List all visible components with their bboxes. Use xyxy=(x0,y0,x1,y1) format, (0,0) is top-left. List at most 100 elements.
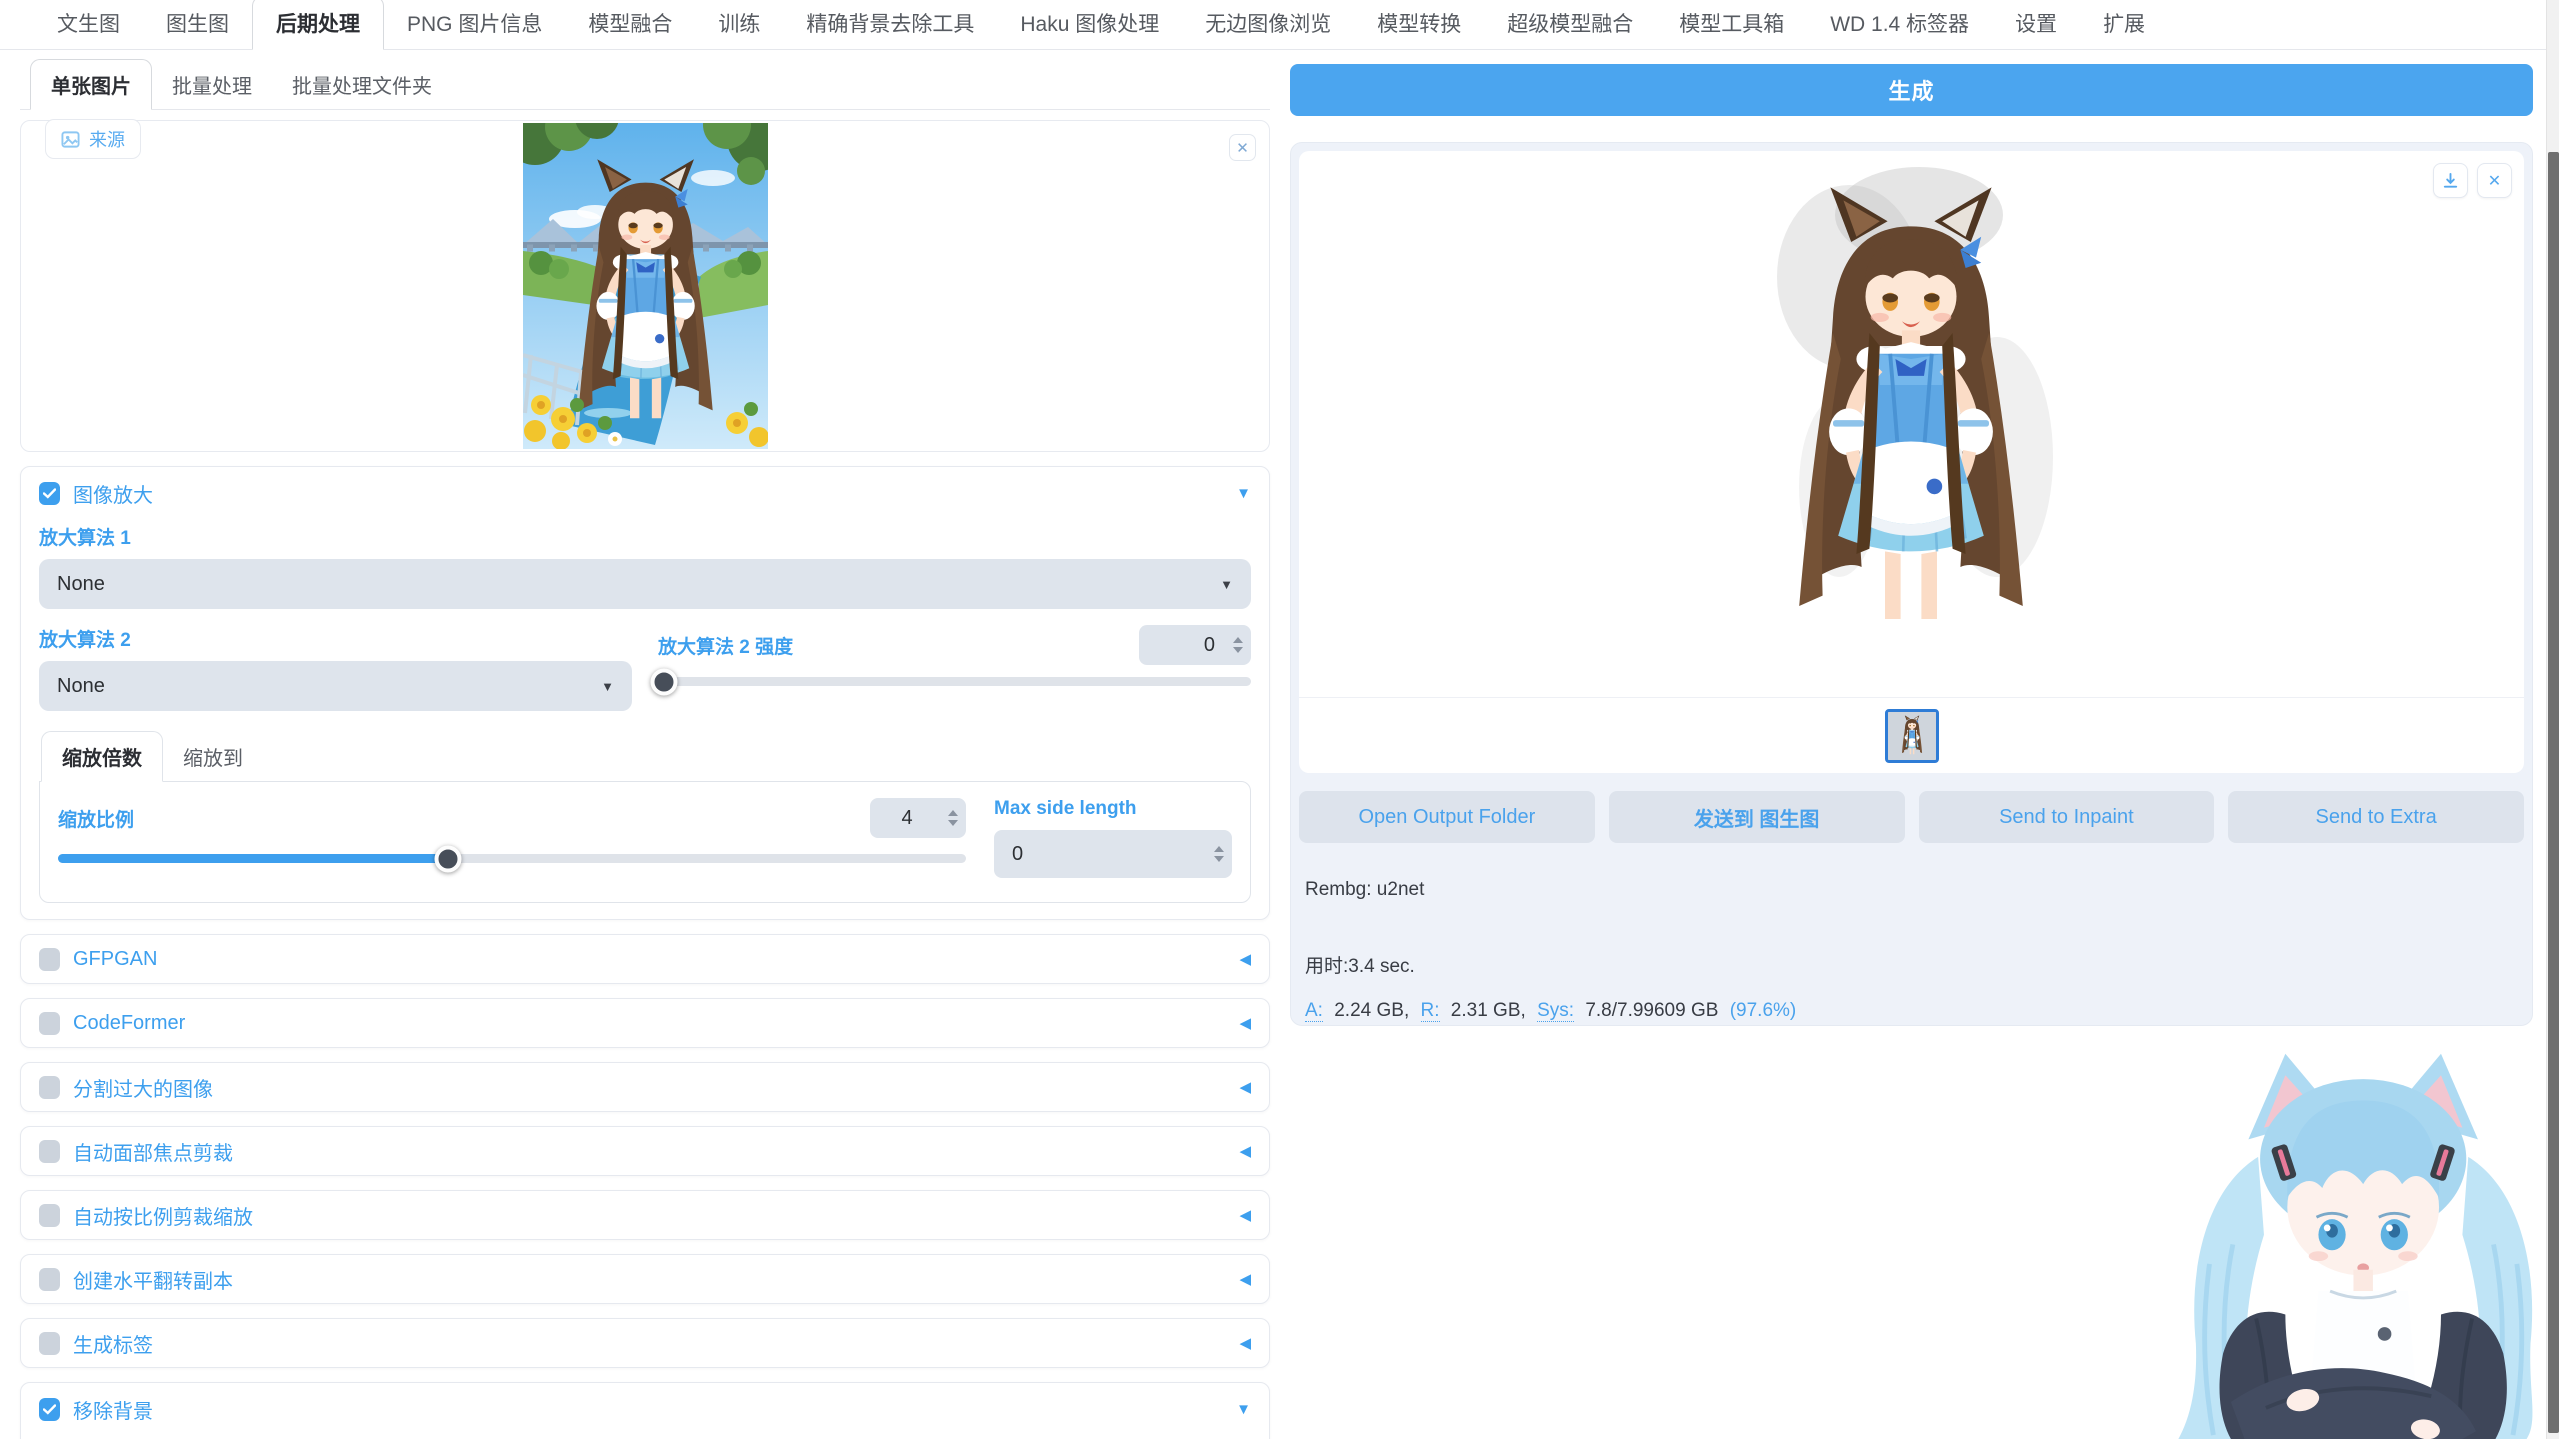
auto-sized-crop-checkbox[interactable] xyxy=(39,1204,60,1227)
accordion-upscale-title: 图像放大 xyxy=(73,479,153,508)
upscaler2-dropdown[interactable]: None ▼ xyxy=(39,661,632,711)
nav-tab-wd14-tagger[interactable]: WD 1.4 标签器 xyxy=(1807,0,1992,49)
create-flipped-copies-checkbox[interactable] xyxy=(39,1268,60,1291)
accordion-gfpgan-title: GFPGAN xyxy=(73,948,157,971)
accordion-split-oversized: 分割过大的图像 ◀ xyxy=(20,1062,1270,1112)
number-spinner[interactable] xyxy=(1233,625,1243,665)
slider-handle[interactable] xyxy=(435,845,462,872)
slider-handle[interactable] xyxy=(650,668,677,695)
split-oversized-checkbox[interactable] xyxy=(39,1076,60,1099)
tab-scale-to[interactable]: 缩放到 xyxy=(163,732,263,781)
slider-fill xyxy=(58,854,448,863)
nav-tab-train[interactable]: 训练 xyxy=(695,0,783,49)
page-scrollbar[interactable] xyxy=(2546,0,2559,1439)
accordion-create-flipped-copies-header[interactable]: 创建水平翻转副本 ◀ xyxy=(39,1265,1251,1294)
scale-ratio-value: 4 xyxy=(901,807,912,830)
nav-tab-settings[interactable]: 设置 xyxy=(1992,0,2080,49)
send-to-img2img-button[interactable]: 发送到 图生图 xyxy=(1609,791,1905,843)
open-output-folder-button[interactable]: Open Output Folder xyxy=(1299,791,1595,843)
accordion-gfpgan-header[interactable]: GFPGAN ◀ xyxy=(39,948,1251,971)
number-spinner[interactable] xyxy=(948,798,958,838)
nav-tab-supermerger[interactable]: 超级模型融合 xyxy=(1484,0,1656,49)
clear-source-button[interactable]: ✕ xyxy=(1229,134,1256,161)
nav-tab-txt2img[interactable]: 文生图 xyxy=(34,0,143,49)
upscaler2-strength-input[interactable]: 0 xyxy=(1139,625,1251,665)
source-image-wrap xyxy=(21,121,1269,451)
spinner-up-icon[interactable] xyxy=(1214,846,1224,852)
scrollbar-thumb[interactable] xyxy=(2548,152,2559,1433)
chevron-left-icon: ◀ xyxy=(1239,1206,1251,1224)
check-icon xyxy=(43,488,56,499)
top-nav: 文生图 图生图 后期处理 PNG 图片信息 模型融合 训练 精确背景去除工具 H… xyxy=(0,0,2559,50)
nav-tab-extras[interactable]: 后期处理 xyxy=(252,0,384,50)
accordion-rembg-title: 移除背景 xyxy=(73,1395,153,1424)
upscaler2-value: None xyxy=(57,675,105,698)
generate-button[interactable]: 生成 xyxy=(1290,64,2533,116)
memory-sys-label: Sys: xyxy=(1537,1000,1574,1022)
upscaler2-strength-group: 放大算法 2 强度 0 xyxy=(658,625,1251,711)
nav-tab-img2img[interactable]: 图生图 xyxy=(143,0,252,49)
accordion-split-oversized-header[interactable]: 分割过大的图像 ◀ xyxy=(39,1073,1251,1102)
chevron-left-icon: ◀ xyxy=(1239,1142,1251,1160)
send-to-extras-button[interactable]: Send to Extra xyxy=(2228,791,2524,843)
codeformer-enabled-checkbox[interactable] xyxy=(39,1012,60,1035)
accordion-auto-sized-crop-header[interactable]: 自动按比例剪裁缩放 ◀ xyxy=(39,1201,1251,1230)
caption-enabled-checkbox[interactable] xyxy=(39,1332,60,1355)
thumbnail-strip xyxy=(1299,697,2524,773)
gfpgan-enabled-checkbox[interactable] xyxy=(39,948,60,971)
nav-tab-extensions[interactable]: 扩展 xyxy=(2080,0,2168,49)
accordion-auto-focal-crop-title: 自动面部焦点剪裁 xyxy=(73,1137,233,1166)
result-thumbnail-image xyxy=(1888,712,1936,760)
rembg-enabled-checkbox[interactable] xyxy=(39,1398,60,1421)
scale-ratio-slider[interactable] xyxy=(58,854,966,863)
extras-subtabs: 单张图片 批量处理 批量处理文件夹 xyxy=(20,64,1270,110)
tab-batch-from-directory[interactable]: 批量处理文件夹 xyxy=(272,60,452,109)
accordion-caption-header[interactable]: 生成标签 ◀ xyxy=(39,1329,1251,1358)
upscale-enabled-checkbox[interactable] xyxy=(39,482,60,505)
nav-tab-model-converter[interactable]: 模型转换 xyxy=(1354,0,1484,49)
rembg-status-text: Rembg: u2net xyxy=(1305,879,2518,901)
nav-tab-haku-image[interactable]: Haku 图像处理 xyxy=(997,0,1182,49)
auto-focal-crop-checkbox[interactable] xyxy=(39,1140,60,1163)
accordion-auto-focal-crop-header[interactable]: 自动面部焦点剪裁 ◀ xyxy=(39,1137,1251,1166)
upscaler1-dropdown[interactable]: None ▼ xyxy=(39,559,1251,609)
close-preview-button[interactable]: ✕ xyxy=(2477,163,2512,198)
time-taken-text: 用时:3.4 sec. xyxy=(1305,951,2518,978)
chevron-down-icon: ▼ xyxy=(1236,485,1251,502)
number-spinner[interactable] xyxy=(1214,830,1224,878)
tab-single-image[interactable]: 单张图片 xyxy=(30,59,152,110)
accordion-create-flipped-copies: 创建水平翻转副本 ◀ xyxy=(20,1254,1270,1304)
spinner-down-icon[interactable] xyxy=(948,820,958,826)
nav-tab-png-info[interactable]: PNG 图片信息 xyxy=(384,0,565,49)
spinner-down-icon[interactable] xyxy=(1214,856,1224,862)
chevron-down-icon: ▼ xyxy=(1220,577,1233,592)
max-side-length-group: Max side length 0 xyxy=(994,798,1232,878)
tab-batch-process[interactable]: 批量处理 xyxy=(152,60,272,109)
nav-tab-infinite-image-browsing[interactable]: 无边图像浏览 xyxy=(1182,0,1354,49)
extras-input-column: 单张图片 批量处理 批量处理文件夹 来源 ✕ xyxy=(20,64,1270,1439)
scale-ratio-input[interactable]: 4 xyxy=(870,798,966,838)
spinner-up-icon[interactable] xyxy=(948,810,958,816)
tab-scale-by[interactable]: 缩放倍数 xyxy=(41,731,163,782)
accordion-auto-sized-crop: 自动按比例剪裁缩放 ◀ xyxy=(20,1190,1270,1240)
download-button[interactable] xyxy=(2433,163,2468,198)
send-to-inpaint-button[interactable]: Send to Inpaint xyxy=(1919,791,2215,843)
accordion-auto-focal-crop: 自动面部焦点剪裁 ◀ xyxy=(20,1126,1270,1176)
upscaler2-strength-value: 0 xyxy=(1204,634,1215,657)
nav-tab-model-toolkit[interactable]: 模型工具箱 xyxy=(1656,0,1807,49)
result-image-area[interactable] xyxy=(1299,151,2524,697)
check-icon xyxy=(43,1404,56,1415)
spinner-up-icon[interactable] xyxy=(1233,637,1243,643)
spinner-down-icon[interactable] xyxy=(1233,647,1243,653)
max-side-length-input[interactable]: 0 xyxy=(994,830,1232,878)
nav-tab-checkpoint-merger[interactable]: 模型融合 xyxy=(565,0,695,49)
nav-tab-abg-remover[interactable]: 精确背景去除工具 xyxy=(783,0,997,49)
upscaler2-strength-slider[interactable] xyxy=(658,677,1251,686)
download-icon xyxy=(2442,172,2459,189)
accordion-codeformer-header[interactable]: CodeFormer ◀ xyxy=(39,1012,1251,1035)
accordion-upscale-header[interactable]: 图像放大 ▼ xyxy=(39,479,1251,508)
source-image-dropzone[interactable]: 来源 ✕ xyxy=(20,120,1270,452)
accordion-caption: 生成标签 ◀ xyxy=(20,1318,1270,1368)
result-thumbnail[interactable] xyxy=(1885,709,1939,763)
accordion-rembg-header[interactable]: 移除背景 ▼ xyxy=(39,1395,1251,1424)
